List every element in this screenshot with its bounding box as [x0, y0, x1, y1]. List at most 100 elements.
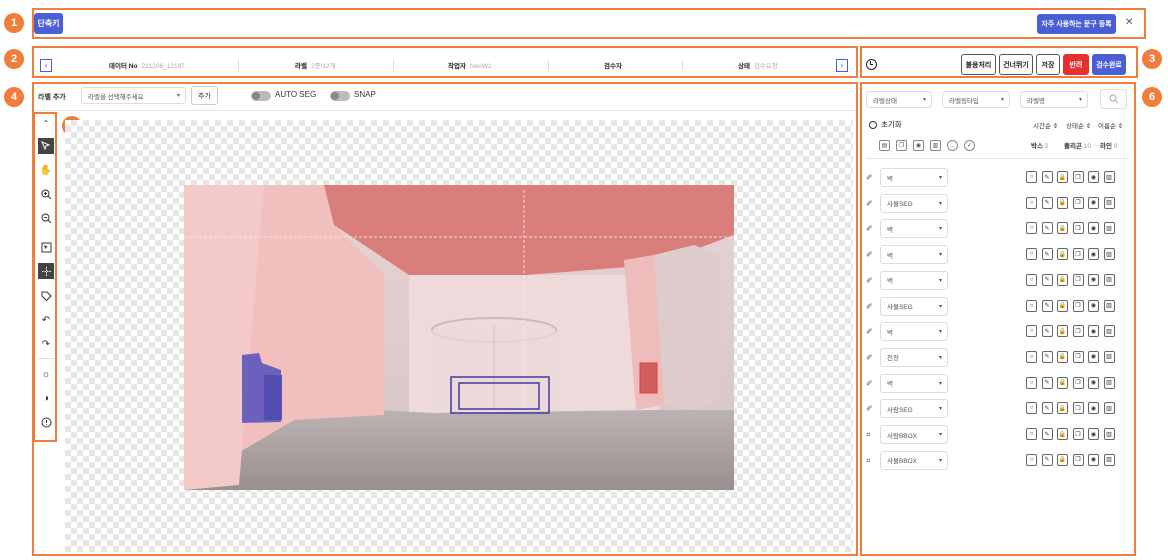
copy-icon[interactable]: ❐ — [896, 140, 907, 151]
label-row[interactable]: ✐ 벽 ▾ ○ ✎ 🔒 ❐ ◉ ▥ — [866, 322, 1128, 342]
label-row[interactable]: ✐ 사람SEG ▾ ○ ✎ 🔒 ❐ ◉ ▥ — [866, 399, 1128, 419]
edit-icon[interactable]: ✎ — [1041, 222, 1053, 235]
label-row[interactable]: ✐ 벽 ▾ ○ ✎ 🔒 ❐ ◉ ▥ — [866, 270, 1128, 291]
lock-icon[interactable]: 🔒 — [1057, 428, 1068, 440]
hand-icon[interactable]: ✋ — [38, 162, 54, 178]
label-name-select[interactable]: 벽 ▾ — [880, 219, 948, 239]
trash-icon[interactable]: ▥ — [1103, 402, 1115, 415]
eye-icon[interactable]: ◉ — [1088, 196, 1099, 209]
discard-button[interactable]: 불용처리 — [961, 54, 996, 75]
lock-icon[interactable]: 🔒 — [1057, 299, 1068, 312]
lock-icon[interactable]: 🔒 — [1057, 402, 1068, 415]
eye-icon[interactable]: ◉ — [1088, 273, 1099, 286]
eye-icon[interactable]: ◉ — [1088, 350, 1099, 363]
chevron-up-icon[interactable]: ⌃ — [38, 115, 54, 131]
circle-icon[interactable]: ○ — [1026, 428, 1037, 440]
label-name-select[interactable]: 사물BBOX ▾ — [880, 450, 948, 470]
skip-button[interactable]: 건너뛰기 — [999, 54, 1033, 75]
edit-icon[interactable]: ✎ — [1041, 453, 1053, 466]
circle-icon[interactable]: ○ — [1026, 171, 1037, 183]
filter-labeling-type[interactable]: 라벨링타입 ▾ — [942, 91, 1010, 108]
circle-icon[interactable]: ○ — [1026, 222, 1037, 235]
edit-icon[interactable]: ✎ — [1041, 273, 1053, 286]
sort-status[interactable]: 상태순 ⇕ — [1066, 120, 1091, 130]
clipboard-icon[interactable]: ▤ — [879, 140, 890, 151]
copy-icon[interactable]: ❐ — [1072, 402, 1084, 415]
select-icon[interactable] — [38, 138, 54, 154]
lock-icon[interactable]: 🔒 — [1057, 325, 1068, 338]
edit-icon[interactable]: ✎ — [1041, 299, 1053, 312]
eye-icon[interactable]: ◉ — [1088, 453, 1099, 466]
reset-icon[interactable] — [869, 121, 877, 129]
trash-icon[interactable]: ▥ — [1103, 273, 1115, 286]
trash-icon[interactable]: ▥ — [1103, 248, 1115, 261]
auto-seg-toggle[interactable] — [251, 91, 271, 101]
point-icon[interactable] — [38, 263, 54, 279]
zoom-in-icon[interactable] — [38, 186, 54, 202]
copy-icon[interactable]: ❐ — [1072, 350, 1084, 363]
info-icon[interactable] — [38, 414, 54, 430]
frequent-phrase-button[interactable]: 자주 사용하는 문구 등록 — [1037, 14, 1116, 34]
trash-icon[interactable]: ▥ — [1103, 222, 1115, 235]
trash-icon[interactable]: ▥ — [1103, 325, 1115, 338]
sort-time[interactable]: 시간순 ⇕ — [1033, 120, 1058, 130]
label-row[interactable]: ✐ 사물SEG ▾ ○ ✎ 🔒 ❐ ◉ ▥ — [866, 193, 1128, 214]
approve-button[interactable]: 검수완료 — [1092, 54, 1126, 75]
trash-icon[interactable]: ▥ — [930, 140, 941, 151]
edit-icon[interactable]: ✎ — [1041, 171, 1053, 183]
label-name-select[interactable]: 천장 ▾ — [880, 347, 948, 367]
lock-icon[interactable]: 🔒 — [1057, 248, 1068, 261]
annotation-image[interactable] — [184, 185, 734, 490]
lock-icon[interactable]: 🔒 — [1057, 196, 1068, 209]
label-name-select[interactable]: 벽 ▾ — [880, 373, 948, 393]
filter-label-name[interactable]: 라벨명 ▾ — [1020, 91, 1088, 108]
label-name-select[interactable]: 사람SEG ▾ — [880, 399, 948, 419]
redo-icon[interactable]: ↷ — [38, 336, 54, 352]
circle-icon[interactable]: ○ — [1026, 325, 1037, 338]
bbox-icon[interactable] — [38, 239, 54, 255]
trash-icon[interactable]: ▥ — [1103, 453, 1115, 466]
label-name-select[interactable]: 벽 ▾ — [880, 168, 948, 187]
lock-icon[interactable]: 🔒 — [1057, 376, 1068, 389]
label-name-select[interactable]: 사물SEG ▾ — [880, 296, 948, 316]
save-button[interactable]: 저장 — [1036, 54, 1060, 75]
trash-icon[interactable]: ▥ — [1103, 196, 1115, 209]
lock-icon[interactable]: 🔒 — [1057, 453, 1068, 466]
label-name-select[interactable]: 벽 ▾ — [880, 245, 948, 265]
label-row[interactable]: ⌗ 사물BBOX ▾ ○ ✎ 🔒 ❐ ◉ ▥ — [866, 450, 1128, 471]
brightness-icon[interactable]: ☼ — [38, 366, 54, 382]
eye-icon[interactable]: ◉ — [1088, 171, 1099, 183]
snap-toggle[interactable] — [330, 91, 350, 101]
reject-button[interactable]: 반려 — [1063, 54, 1089, 75]
eye-icon[interactable]: ◉ — [1088, 248, 1099, 261]
comment-icon[interactable]: … — [947, 140, 958, 151]
edit-icon[interactable]: ✎ — [1041, 248, 1053, 261]
lock-icon[interactable]: 🔒 — [1057, 350, 1068, 363]
copy-icon[interactable]: ❐ — [1072, 299, 1084, 312]
label-row[interactable]: ✐ 벽 ▾ ○ ✎ 🔒 ❐ ◉ ▥ — [866, 219, 1128, 239]
prev-data-button[interactable]: ‹ — [40, 59, 52, 72]
label-select[interactable]: 라벨을 선택해주세요 ▾ — [81, 87, 186, 104]
zoom-out-icon[interactable] — [38, 210, 54, 226]
label-name-select[interactable]: 사람BBOX ▾ — [880, 425, 948, 444]
copy-icon[interactable]: ❐ — [1072, 171, 1084, 183]
circle-icon[interactable]: ○ — [1026, 376, 1037, 389]
copy-icon[interactable]: ❐ — [1072, 453, 1084, 466]
circle-icon[interactable]: ○ — [1026, 453, 1037, 466]
eye-icon[interactable]: ◉ — [1088, 299, 1099, 312]
label-row[interactable]: ⌗ 사람BBOX ▾ ○ ✎ 🔒 ❐ ◉ ▥ — [866, 425, 1128, 445]
filter-label-status[interactable]: 라벨상태 ▾ — [866, 91, 932, 108]
lock-icon[interactable]: 🔒 — [1057, 222, 1068, 235]
edit-icon[interactable]: ✎ — [1041, 325, 1053, 338]
label-name-select[interactable]: 벽 ▾ — [880, 322, 948, 342]
eye-icon[interactable]: ◉ — [1088, 402, 1099, 415]
copy-icon[interactable]: ❐ — [1072, 196, 1084, 209]
eye-icon[interactable]: ◉ — [1088, 428, 1099, 440]
copy-icon[interactable]: ❐ — [1072, 222, 1084, 235]
circle-icon[interactable]: ○ — [1026, 350, 1037, 363]
close-icon[interactable]: ✕ — [1125, 17, 1133, 28]
trash-icon[interactable]: ▥ — [1103, 299, 1115, 312]
circle-icon[interactable]: ○ — [1026, 402, 1037, 415]
trash-icon[interactable]: ▥ — [1103, 171, 1115, 183]
label-row[interactable]: ✐ 벽 ▾ ○ ✎ 🔒 ❐ ◉ ▥ — [866, 168, 1128, 188]
